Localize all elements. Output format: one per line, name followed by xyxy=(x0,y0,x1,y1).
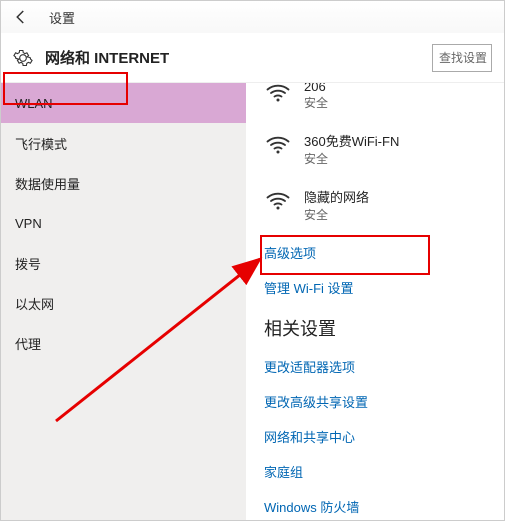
arrow-left-icon xyxy=(12,8,30,26)
sidebar: WLAN 飞行模式 数据使用量 VPN 拨号 以太网 代理 xyxy=(1,83,246,520)
related-link-sharing[interactable]: 更改高级共享设置 xyxy=(264,392,504,411)
sidebar-item-label: 以太网 xyxy=(15,294,54,313)
back-button[interactable] xyxy=(9,5,33,29)
related-link-adapter[interactable]: 更改适配器选项 xyxy=(264,357,504,376)
wifi-network-row[interactable]: 隐藏的网络 安全 xyxy=(264,187,504,223)
related-settings-title: 相关设置 xyxy=(264,315,504,341)
wifi-status: 安全 xyxy=(304,150,399,167)
sidebar-item-data-usage[interactable]: 数据使用量 xyxy=(1,163,246,203)
wifi-name: 隐藏的网络 xyxy=(304,187,369,206)
gear-icon xyxy=(13,48,33,68)
titlebar: 设置 xyxy=(1,1,504,33)
sidebar-item-wlan[interactable]: WLAN xyxy=(1,83,246,123)
sidebar-item-proxy[interactable]: 代理 xyxy=(1,323,246,363)
sidebar-item-label: WLAN xyxy=(15,96,53,111)
wifi-icon xyxy=(264,83,292,107)
related-link-firewall[interactable]: Windows 防火墙 xyxy=(264,497,504,516)
sidebar-item-label: 数据使用量 xyxy=(15,174,80,193)
wifi-icon xyxy=(264,131,292,159)
wifi-name: 360免费WiFi-FN xyxy=(304,131,399,150)
settings-window: 设置 网络和 INTERNET 查找设置 WLAN 飞行模式 数据使用量 VPN xyxy=(0,0,505,521)
header: 网络和 INTERNET 查找设置 xyxy=(1,33,504,83)
sidebar-item-ethernet[interactable]: 以太网 xyxy=(1,283,246,323)
wifi-network-row[interactable]: 206 安全 xyxy=(264,83,504,111)
sidebar-item-airplane[interactable]: 飞行模式 xyxy=(1,123,246,163)
search-input[interactable]: 查找设置 xyxy=(432,44,492,72)
sidebar-item-label: VPN xyxy=(15,216,42,231)
advanced-options-link[interactable]: 高级选项 xyxy=(264,243,504,262)
sidebar-item-label: 代理 xyxy=(15,334,41,353)
sidebar-item-label: 飞行模式 xyxy=(15,134,67,153)
wifi-icon xyxy=(264,187,292,215)
header-left: 网络和 INTERNET xyxy=(13,47,169,68)
related-link-homegroup[interactable]: 家庭组 xyxy=(264,462,504,481)
manage-wifi-settings-link[interactable]: 管理 Wi-Fi 设置 xyxy=(264,278,504,297)
wifi-network-row[interactable]: 360免费WiFi-FN 安全 xyxy=(264,131,504,167)
content-pane: 206 安全 360免费WiFi-FN 安全 xyxy=(246,83,504,520)
window-title: 设置 xyxy=(49,8,75,27)
sidebar-item-vpn[interactable]: VPN xyxy=(1,203,246,243)
sidebar-item-label: 拨号 xyxy=(15,254,41,273)
body: WLAN 飞行模式 数据使用量 VPN 拨号 以太网 代理 xyxy=(1,83,504,520)
search-placeholder: 查找设置 xyxy=(439,49,487,66)
wifi-status: 安全 xyxy=(304,206,369,223)
sidebar-item-dialup[interactable]: 拨号 xyxy=(1,243,246,283)
wifi-name: 206 xyxy=(304,83,328,94)
related-link-network-center[interactable]: 网络和共享中心 xyxy=(264,427,504,446)
page-title: 网络和 INTERNET xyxy=(45,47,169,68)
wifi-status: 安全 xyxy=(304,94,328,111)
